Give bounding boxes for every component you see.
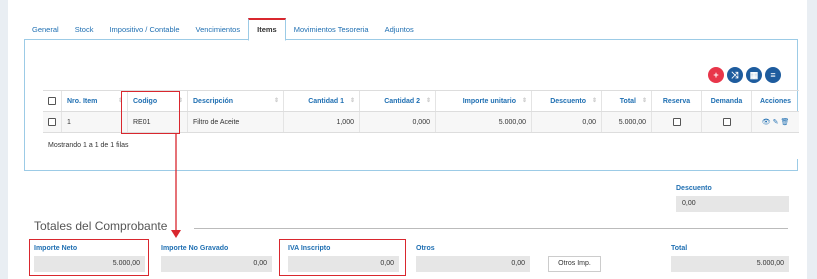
row-select-cell[interactable] (43, 111, 62, 133)
iva-inscripto-field[interactable]: 0,00 (288, 256, 399, 272)
document-panel: General Stock Impositivo / Contable Venc… (8, 0, 807, 279)
col-cantidad-2[interactable]: Cantidad 2 ⇕ (359, 90, 436, 112)
otros-field[interactable]: 0,00 (416, 256, 530, 272)
totales-divider (194, 228, 788, 229)
plus-icon[interactable]: + (708, 67, 724, 83)
cell-total: 5.000,00 (601, 111, 652, 133)
table-icon[interactable]: ▦ (746, 67, 762, 83)
cell-cantidad-1: 1,000 (283, 111, 360, 133)
list-icon[interactable]: ≡ (765, 67, 781, 83)
importe-no-gravado-label: Importe No Gravado (161, 245, 229, 252)
tab-bar: General Stock Impositivo / Contable Venc… (24, 18, 422, 41)
items-table-wrapper: Nro. Item ⇕ Codigo ⇕ Descripción ⇕ Cantidad… (43, 90, 799, 159)
totales-title: Totales del Comprobante (34, 219, 168, 233)
iva-inscripto-label: IVA Inscripto (288, 245, 331, 252)
edit-icon[interactable]: ✎ (773, 119, 779, 126)
tab-adjuntos[interactable]: Adjuntos (377, 19, 422, 40)
reserva-checkbox[interactable] (672, 118, 681, 126)
sort-icon: ⇕ (349, 98, 355, 104)
select-all-checkbox[interactable] (48, 97, 56, 105)
pagination-info: Mostrando 1 a 1 de 1 filas (43, 132, 799, 159)
eye-icon[interactable]: 👁 (762, 119, 771, 126)
importe-no-gravado-field[interactable]: 0,00 (161, 256, 272, 272)
otros-imp-button[interactable]: Otros Imp. (548, 256, 601, 272)
descuento-label: Descuento (676, 185, 712, 192)
col-reserva[interactable]: Reserva (651, 90, 702, 112)
otros-label: Otros (416, 245, 435, 252)
sort-icon: ⇕ (117, 98, 123, 104)
col-total[interactable]: Total ⇕ (601, 90, 652, 112)
tab-movimientos-tesoreria[interactable]: Movimientos Tesoreria (286, 19, 377, 40)
sort-icon: ⇕ (273, 98, 279, 104)
tab-vencimientos[interactable]: Vencimientos (188, 19, 249, 40)
col-demanda[interactable]: Demanda (701, 90, 752, 112)
cell-descuento: 0,00 (531, 111, 602, 133)
sort-icon: ⇕ (425, 98, 431, 104)
col-descuento[interactable]: Descuento ⇕ (531, 90, 602, 112)
items-tab-content: + ⤨ ▦ ≡ Nro. Item ⇕ Codigo ⇕ Descripción ⇕ … (24, 39, 799, 171)
sort-icon: ⇕ (177, 98, 183, 104)
tab-items[interactable]: Items (248, 18, 286, 41)
col-acciones: Acciones (751, 90, 799, 112)
tab-general[interactable]: General (24, 19, 67, 40)
cell-importe-unitario: 5.000,00 (435, 111, 532, 133)
importe-neto-field[interactable]: 5.000,00 (34, 256, 145, 272)
total-label: Total (671, 245, 688, 252)
sort-icon: ⇕ (641, 98, 647, 104)
cell-cantidad-2: 0,000 (359, 111, 436, 133)
total-field[interactable]: 5.000,00 (671, 256, 789, 272)
select-all-header[interactable] (43, 90, 62, 112)
tab-impositivo-contable[interactable]: Impositivo / Contable (101, 19, 187, 40)
table-row[interactable]: 1 RE01 Filtro de Aceite 1,000 0,000 5.00… (43, 111, 799, 133)
col-importe-unitario[interactable]: Importe unitario ⇕ (435, 90, 532, 112)
descuento-field[interactable]: 0,00 (676, 196, 789, 212)
cell-descripcion: Filtro de Aceite (187, 111, 284, 133)
cell-acciones: 👁 ✎ 🗑 (751, 111, 799, 133)
demanda-checkbox[interactable] (722, 118, 731, 126)
col-descripcion[interactable]: Descripción ⇕ (187, 90, 284, 112)
annotation-arrow (171, 134, 181, 238)
col-nro-item[interactable]: Nro. Item ⇕ (61, 90, 128, 112)
cell-reserva[interactable] (651, 111, 702, 133)
items-table: Nro. Item ⇕ Codigo ⇕ Descripción ⇕ Cantidad… (43, 90, 799, 159)
col-cantidad-1[interactable]: Cantidad 1 ⇕ (283, 90, 360, 112)
tab-stock[interactable]: Stock (67, 19, 102, 40)
col-codigo[interactable]: Codigo ⇕ (127, 90, 188, 112)
cell-demanda[interactable] (701, 111, 752, 133)
sort-icon: ⇕ (521, 98, 527, 104)
table-toolbar: + ⤨ ▦ ≡ (708, 67, 781, 83)
trash-icon[interactable]: 🗑 (780, 119, 789, 126)
importe-neto-label: Importe Neto (34, 245, 78, 252)
row-checkbox[interactable] (48, 118, 56, 126)
sort-icon: ⇕ (591, 98, 597, 104)
shuffle-icon[interactable]: ⤨ (727, 67, 743, 83)
cell-nro: 1 (61, 111, 128, 133)
